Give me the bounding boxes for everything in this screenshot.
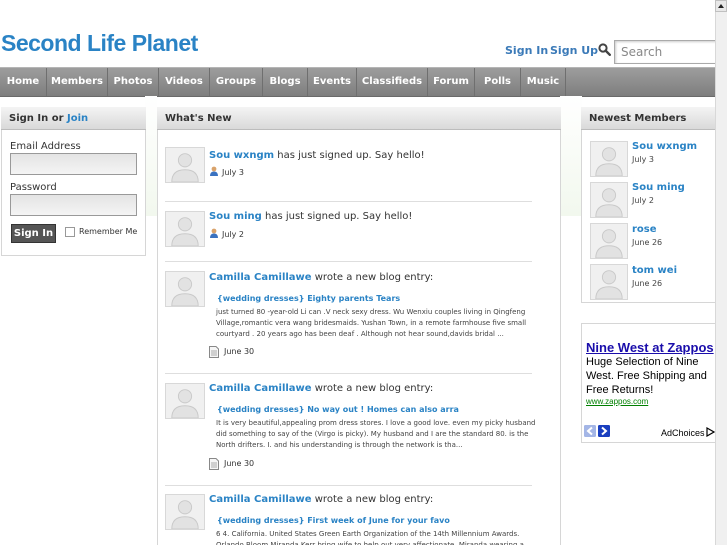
signin-panel-header: Sign In or Join bbox=[1, 107, 146, 130]
avatar[interactable] bbox=[165, 211, 205, 247]
nav-events[interactable]: Events bbox=[308, 68, 357, 96]
blog-post-icon bbox=[209, 458, 219, 470]
ad-choices-icon bbox=[705, 426, 715, 438]
member-join-date: July 3 bbox=[632, 155, 655, 164]
nav-members[interactable]: Members bbox=[47, 68, 108, 96]
ad-previous-icon[interactable] bbox=[584, 425, 596, 437]
feed-user-link[interactable]: Sou ming bbox=[209, 211, 262, 222]
user-silhouette-icon bbox=[595, 270, 623, 299]
user-silhouette-icon bbox=[171, 389, 199, 418]
sign-up-link[interactable]: Sign Up bbox=[550, 44, 598, 57]
join-link[interactable]: Join bbox=[67, 113, 88, 124]
avatar[interactable] bbox=[165, 383, 205, 419]
search-input[interactable] bbox=[614, 40, 727, 64]
signin-panel-title: Sign In or bbox=[9, 113, 67, 124]
gutter-band bbox=[560, 96, 582, 216]
feed-item-text: Sou ming has just signed up. Say hello! bbox=[209, 211, 413, 222]
page: Second Life Planet Sign In Sign Up Home … bbox=[0, 0, 727, 545]
user-silhouette-icon bbox=[171, 277, 199, 306]
sign-in-link[interactable]: Sign In bbox=[505, 44, 548, 57]
nav-blogs[interactable]: Blogs bbox=[263, 68, 308, 96]
feed-divider bbox=[165, 201, 532, 202]
feed-item-date: July 2 bbox=[209, 228, 244, 239]
advertisement[interactable]: Nine West at Zappos Huge Selection of Ni… bbox=[581, 323, 727, 443]
new-member-icon bbox=[210, 228, 218, 238]
user-silhouette-icon bbox=[595, 147, 623, 176]
member-avatar[interactable] bbox=[590, 141, 628, 177]
feed-divider bbox=[165, 373, 532, 374]
feed-divider bbox=[165, 261, 532, 262]
main-nav: Home Members Photos Videos Groups Blogs … bbox=[0, 67, 727, 97]
blog-entry-link[interactable]: {wedding dresses} Eighty parents Tears bbox=[217, 294, 400, 303]
user-silhouette-icon bbox=[171, 153, 199, 182]
member-avatar[interactable] bbox=[590, 264, 628, 300]
feed-item-text: Camilla Camillawe wrote a new blog entry… bbox=[209, 383, 434, 394]
nav-groups[interactable]: Groups bbox=[210, 68, 263, 96]
email-field[interactable] bbox=[10, 153, 137, 175]
member-avatar[interactable] bbox=[590, 182, 628, 218]
feed-item-text: Camilla Camillawe wrote a new blog entry… bbox=[209, 272, 434, 283]
member-join-date: June 26 bbox=[632, 238, 663, 247]
feed-item-date: June 30 bbox=[224, 459, 255, 468]
feed-user-link[interactable]: Camilla Camillawe bbox=[209, 494, 312, 505]
avatar[interactable] bbox=[165, 494, 205, 530]
blog-entry-link[interactable]: {wedding dresses} No way out ! Homes can… bbox=[217, 405, 459, 414]
ad-next-icon[interactable] bbox=[598, 425, 610, 437]
nav-music[interactable]: Music bbox=[521, 68, 566, 96]
feed-user-link[interactable]: Camilla Camillawe bbox=[209, 272, 312, 283]
ad-title-link[interactable]: Nine West at Zappos bbox=[586, 340, 714, 355]
feed-divider bbox=[165, 485, 532, 486]
user-silhouette-icon bbox=[595, 188, 623, 217]
member-join-date: June 26 bbox=[632, 279, 663, 288]
user-silhouette-icon bbox=[595, 229, 623, 258]
member-name-link[interactable]: tom wei bbox=[632, 265, 677, 276]
user-silhouette-icon bbox=[171, 217, 199, 246]
search-icon[interactable] bbox=[598, 43, 611, 56]
remember-me-label: Remember Me bbox=[79, 227, 138, 236]
avatar[interactable] bbox=[165, 147, 205, 183]
member-join-date: July 2 bbox=[632, 196, 655, 205]
nav-photos[interactable]: Photos bbox=[108, 68, 159, 96]
feed-panel-title: What's New bbox=[157, 107, 561, 130]
blog-entry-link[interactable]: {wedding dresses} First week of June for… bbox=[217, 516, 450, 525]
member-name-link[interactable]: Sou wxngm bbox=[632, 141, 697, 152]
members-panel-title: Newest Members bbox=[581, 107, 727, 130]
nav-classifieds[interactable]: Classifieds bbox=[357, 68, 428, 96]
feed-user-link[interactable]: Camilla Camillawe bbox=[209, 383, 312, 394]
ad-text: Huge Selection of Nine West. Free Shippi… bbox=[586, 356, 707, 396]
blog-excerpt: It is very beautiful,appealing prom dres… bbox=[216, 419, 536, 449]
vertical-scrollbar[interactable] bbox=[715, 0, 727, 545]
remember-me-checkbox[interactable] bbox=[65, 227, 75, 237]
ad-url-link[interactable]: www.zappos.com bbox=[586, 397, 648, 406]
sign-in-button[interactable]: Sign In bbox=[11, 224, 56, 243]
nav-home[interactable]: Home bbox=[0, 68, 47, 96]
member-avatar[interactable] bbox=[590, 223, 628, 259]
feed-item-text: Camilla Camillawe wrote a new blog entry… bbox=[209, 494, 434, 505]
user-silhouette-icon bbox=[171, 500, 199, 529]
password-label: Password bbox=[10, 182, 57, 193]
password-field[interactable] bbox=[10, 194, 137, 216]
gutter-band bbox=[145, 96, 157, 216]
feed-item-text: Sou wxngm has just signed up. Say hello! bbox=[209, 150, 425, 161]
avatar[interactable] bbox=[165, 271, 205, 307]
nav-polls[interactable]: Polls bbox=[475, 68, 521, 96]
nav-forum[interactable]: Forum bbox=[428, 68, 475, 96]
new-member-icon bbox=[210, 166, 218, 176]
ad-choices-link[interactable]: AdChoices bbox=[661, 426, 715, 438]
feed-user-link[interactable]: Sou wxngm bbox=[209, 150, 274, 161]
email-label: Email Address bbox=[10, 141, 81, 152]
member-name-link[interactable]: Sou ming bbox=[632, 182, 685, 193]
site-logo[interactable]: Second Life Planet bbox=[1, 30, 198, 57]
feed-item-date: July 3 bbox=[209, 166, 244, 177]
scroll-up-arrow-icon[interactable] bbox=[715, 0, 727, 12]
nav-videos[interactable]: Videos bbox=[159, 68, 210, 96]
blog-post-icon bbox=[209, 346, 219, 358]
blog-excerpt: just turned 80 -year-old Li can .V neck … bbox=[216, 308, 527, 338]
member-name-link[interactable]: rose bbox=[632, 224, 657, 235]
blog-excerpt: 6 4. California. United States Green Ear… bbox=[216, 530, 524, 545]
feed-item-date: June 30 bbox=[224, 347, 255, 356]
